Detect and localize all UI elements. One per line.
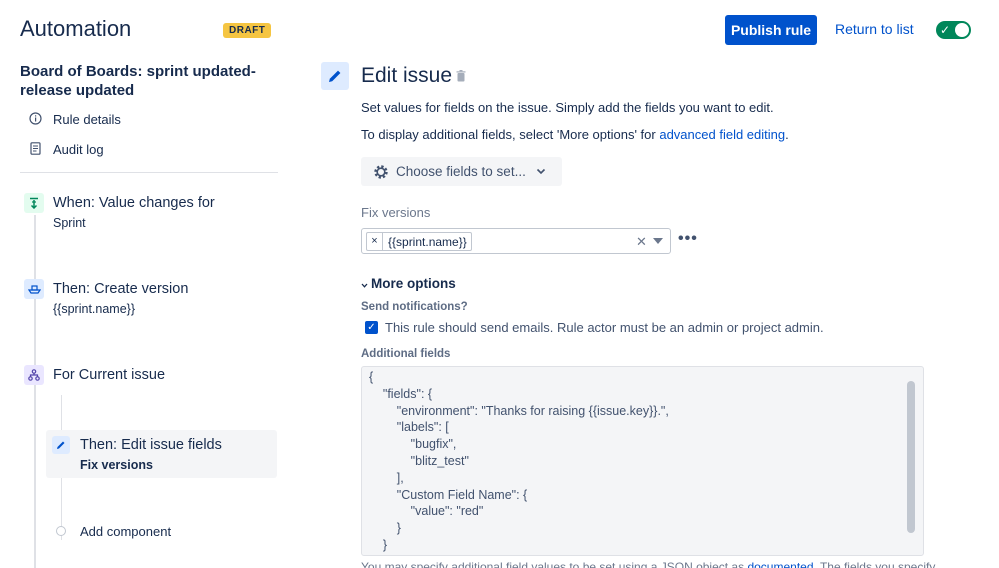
choose-fields-label: Choose fields to set... (396, 164, 526, 179)
rule-name: Board of Boards: sprint updated-release … (20, 63, 256, 99)
toggle-knob (955, 23, 969, 37)
choose-fields-button[interactable]: Choose fields to set... (361, 157, 562, 186)
remove-tag-icon[interactable]: × (367, 233, 383, 250)
chevron-down-small-icon (361, 276, 368, 291)
app-title: Automation (20, 16, 132, 41)
timeline-line (34, 215, 36, 568)
description-line-2: To display additional fields, select 'Mo… (361, 127, 789, 142)
check-icon: ✓ (940, 23, 951, 37)
return-to-list-link[interactable]: Return to list (835, 21, 914, 37)
publish-rule-button[interactable]: Publish rule (725, 15, 817, 45)
trash-icon[interactable] (456, 70, 466, 85)
pencil-icon (52, 436, 70, 454)
ship-icon (24, 279, 44, 299)
main-title: Edit issue (361, 64, 453, 87)
sidebar-divider (20, 172, 278, 173)
additional-fields-editor[interactable]: { "fields": { "environment": "Thanks for… (361, 366, 924, 556)
dropdown-caret-icon[interactable] (653, 238, 663, 244)
step-trigger-title[interactable]: When: Value changes for (53, 195, 215, 211)
clear-icon[interactable]: ✕ (636, 234, 647, 250)
send-notifications-label: Send notifications? (361, 301, 468, 313)
step-trigger-subtitle: Sprint (53, 216, 86, 230)
additional-fields-label: Additional fields (361, 348, 451, 360)
draft-badge: DRAFT (223, 23, 272, 38)
send-notifications-text: This rule should send emails. Rule actor… (385, 320, 824, 335)
send-notifications-checkbox[interactable]: ✓ (365, 321, 378, 334)
description-line-1: Set values for fields on the issue. Simp… (361, 100, 774, 115)
editor-scrollbar[interactable] (907, 381, 915, 533)
more-options-toggle[interactable]: More options (361, 276, 456, 291)
more-actions-icon[interactable]: ••• (678, 230, 698, 248)
fix-versions-label: Fix versions (361, 205, 431, 220)
add-component-link[interactable]: Add component (80, 524, 171, 539)
chevron-down-icon (536, 168, 546, 175)
step-create-version-subtitle: {{sprint.name}} (53, 302, 136, 316)
gear-icon (373, 164, 389, 180)
step-branch-title[interactable]: For Current issue (53, 367, 165, 383)
step-edit-issue-subtitle: Fix versions (80, 458, 153, 472)
info-icon (29, 112, 42, 130)
rule-enabled-toggle[interactable]: ✓ (936, 21, 971, 39)
edit-pencil-icon (321, 62, 349, 90)
advanced-field-editing-link[interactable]: advanced field editing (659, 127, 785, 142)
branch-icon (24, 365, 44, 385)
documented-link[interactable]: documented (747, 560, 813, 568)
trigger-icon (24, 193, 44, 213)
fix-version-tag: × {{sprint.name}} (366, 232, 472, 251)
audit-log-link[interactable]: Audit log (53, 142, 104, 157)
add-component-dot (56, 526, 66, 536)
fix-version-tag-label: {{sprint.name}} (388, 234, 467, 249)
footer-note: You may specify additional field values … (361, 560, 935, 568)
step-create-version-title[interactable]: Then: Create version (53, 281, 188, 297)
step-edit-issue-title[interactable]: Then: Edit issue fields (80, 437, 222, 453)
fix-versions-select[interactable]: × {{sprint.name}} ✕ (361, 228, 671, 254)
document-icon (30, 142, 41, 160)
additional-fields-code: { "fields": { "environment": "Thanks for… (369, 370, 669, 552)
rule-details-link[interactable]: Rule details (53, 112, 121, 127)
